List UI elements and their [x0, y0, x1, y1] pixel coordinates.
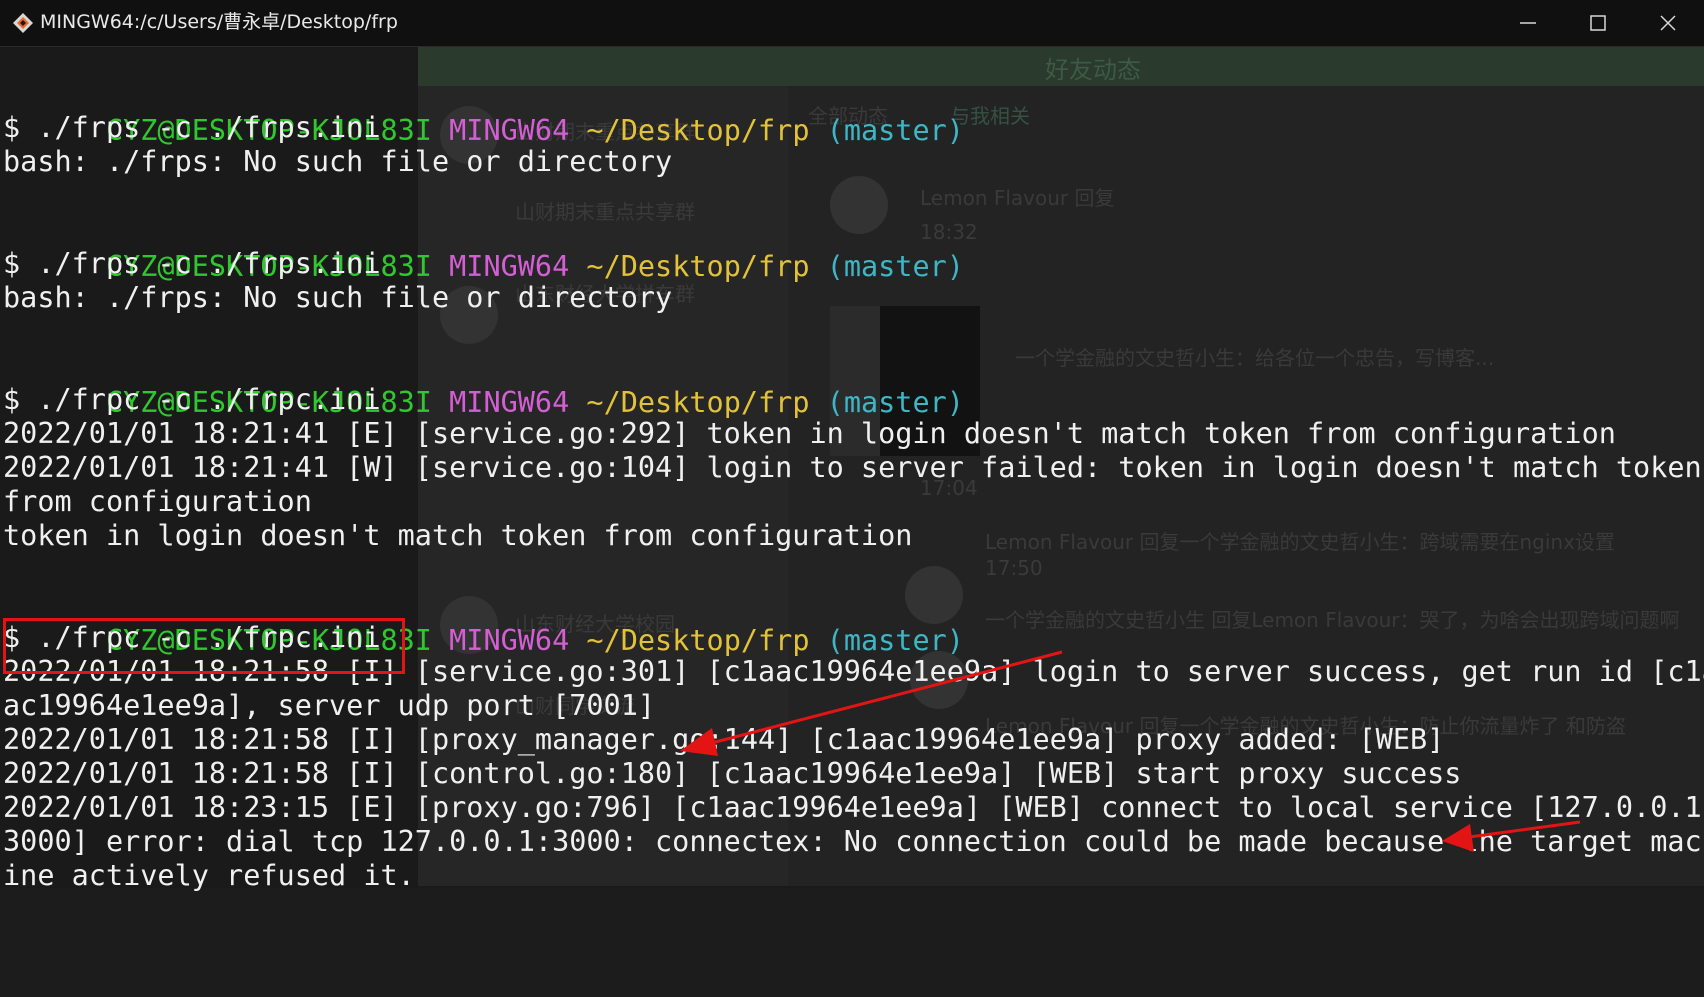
terminal-window: MINGW64:/c/Users/曹永卓/Desktop/frp 好友动态 全部…	[0, 0, 1704, 997]
annotation-arrow-login-success	[680, 650, 1063, 756]
annotation-arrow-proxy-success	[1442, 820, 1581, 852]
annotation-arrows	[680, 650, 1581, 852]
